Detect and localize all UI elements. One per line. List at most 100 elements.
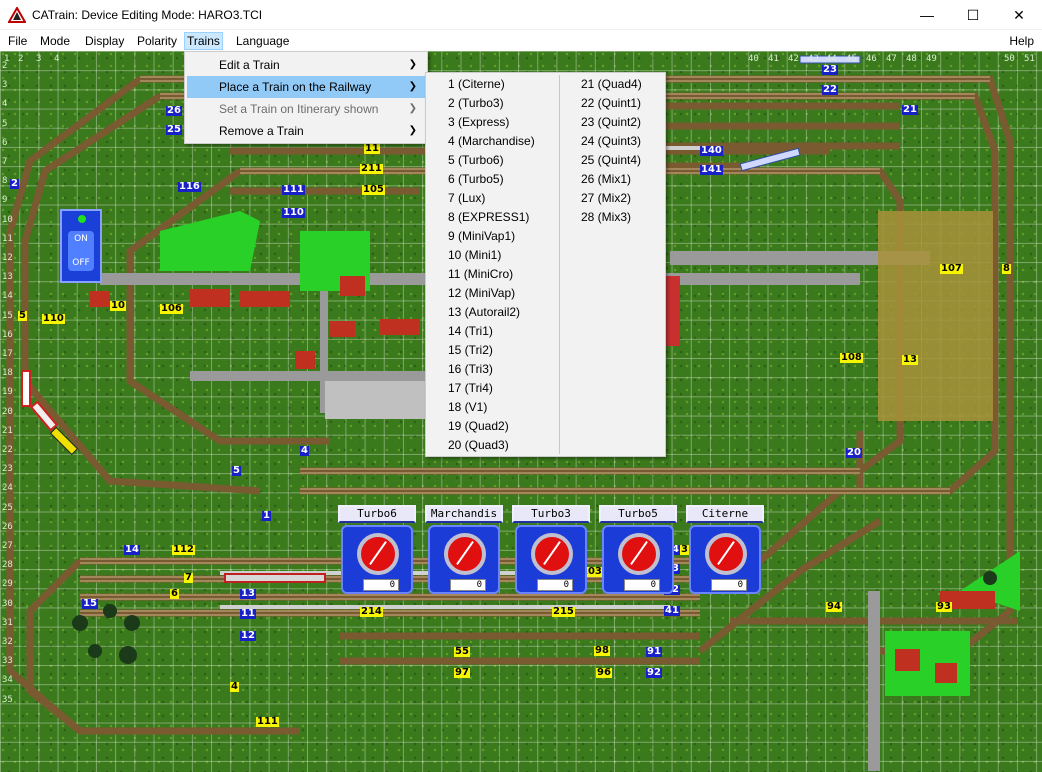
track-label-yellow[interactable]: 211 [360,164,383,174]
track-label-blue[interactable]: 12 [240,631,256,641]
track-label-yellow[interactable]: 94 [826,602,842,612]
track-label-yellow[interactable]: 8 [1002,264,1011,274]
submenu-train-item[interactable]: 26 (Mix1) [581,170,642,189]
track-label-blue[interactable]: 2 [10,179,19,189]
menu-polarity[interactable]: Polarity [135,32,179,50]
submenu-train-item[interactable]: 24 (Quint3) [581,132,642,151]
track-label-blue[interactable]: 15 [82,599,98,609]
track-label-yellow[interactable]: 111 [256,717,279,727]
track-label-yellow[interactable]: 108 [840,353,863,363]
train-controller[interactable]: Marchandis 0 [425,505,503,596]
menu-language[interactable]: Language [234,32,291,50]
track-label-blue[interactable]: 141 [700,165,723,175]
track-label-blue[interactable]: 92 [646,668,662,678]
track-label-yellow[interactable]: 5 [18,311,27,321]
submenu-train-item[interactable]: 3 (Express) [448,113,535,132]
track-label-blue[interactable]: 14 [124,545,140,555]
track-label-yellow[interactable]: 105 [362,185,385,195]
track-label-yellow[interactable]: 98 [594,646,610,656]
submenu-train-item[interactable]: 22 (Quint1) [581,94,642,113]
track-label-blue[interactable]: 111 [282,185,305,195]
track-label-yellow[interactable]: 97 [454,668,470,678]
submenu-train-item[interactable]: 7 (Lux) [448,189,535,208]
submenu-train-item[interactable]: 20 (Quad3) [448,436,535,455]
submenu-train-item[interactable]: 12 (MiniVap) [448,284,535,303]
close-button[interactable]: ✕ [996,0,1042,30]
track-label-blue[interactable]: 26 [166,106,182,116]
track-label-yellow[interactable]: 106 [160,304,183,314]
submenu-train-item[interactable]: 2 (Turbo3) [448,94,535,113]
speed-dial-knob[interactable] [705,533,747,575]
track-label-yellow[interactable]: 13 [902,355,918,365]
track-label-blue[interactable]: 5 [232,466,241,476]
track-label-yellow[interactable]: 93 [936,602,952,612]
menu-edit-train[interactable]: Edit a Train ❯ [187,54,425,76]
submenu-train-item[interactable]: 11 (MiniCro) [448,265,535,284]
submenu-train-item[interactable]: 28 (Mix3) [581,208,642,227]
speed-dial-knob[interactable] [357,533,399,575]
track-label-yellow[interactable]: 10 [110,301,126,311]
submenu-train-item[interactable]: 23 (Quint2) [581,113,642,132]
track-label-yellow[interactable]: 55 [454,647,470,657]
track-label-blue[interactable]: 21 [902,105,918,115]
menu-file[interactable]: File [6,32,29,50]
track-label-blue[interactable]: 13 [240,589,256,599]
submenu-train-item[interactable]: 18 (V1) [448,398,535,417]
power-switch[interactable]: ON OFF [60,209,102,283]
track-label-yellow[interactable]: 215 [552,607,575,617]
minimize-button[interactable]: — [904,0,950,30]
track-label-blue[interactable]: 25 [166,125,182,135]
track-label-yellow[interactable]: 6 [170,589,179,599]
submenu-train-item[interactable]: 6 (Turbo5) [448,170,535,189]
track-label-blue[interactable]: 110 [282,208,305,218]
speed-dial-knob[interactable] [444,533,486,575]
track-label-blue[interactable]: 23 [822,65,838,75]
menu-display[interactable]: Display [83,32,126,50]
track-label-yellow[interactable]: 11 [364,144,380,154]
submenu-train-item[interactable]: 4 (Marchandise) [448,132,535,151]
track-label-yellow[interactable]: 214 [360,607,383,617]
track-label-yellow[interactable]: 107 [940,264,963,274]
submenu-train-item[interactable]: 1 (Citerne) [448,75,535,94]
track-label-yellow[interactable]: 4 [230,682,239,692]
train-controller[interactable]: Turbo5 0 [599,505,677,596]
submenu-train-item[interactable]: 10 (Mini1) [448,246,535,265]
submenu-train-item[interactable]: 15 (Tri2) [448,341,535,360]
speed-dial-knob[interactable] [618,533,660,575]
maximize-button[interactable]: ☐ [950,0,996,30]
track-label-blue[interactable]: 4 [300,446,309,456]
track-label-blue[interactable]: 91 [646,647,662,657]
track-label-yellow[interactable]: 112 [172,545,195,555]
train-controller[interactable]: Turbo6 0 [338,505,416,596]
submenu-train-item[interactable]: 9 (MiniVap1) [448,227,535,246]
submenu-train-item[interactable]: 14 (Tri1) [448,322,535,341]
menu-mode[interactable]: Mode [38,32,72,50]
track-label-blue[interactable]: 1 [262,511,271,521]
track-label-yellow[interactable]: 96 [596,668,612,678]
menu-place-train[interactable]: Place a Train on the Railway ❯ [187,76,425,98]
track-label-blue[interactable]: 41 [664,606,680,616]
train-controller[interactable]: Turbo3 0 [512,505,590,596]
track-label-yellow[interactable]: 7 [184,573,193,583]
track-label-blue[interactable]: 116 [178,182,201,192]
submenu-train-item[interactable]: 19 (Quad2) [448,417,535,436]
track-label-blue[interactable]: 140 [700,146,723,156]
submenu-train-item[interactable]: 21 (Quad4) [581,75,642,94]
track-label-blue[interactable]: 11 [240,609,256,619]
power-switch-toggle[interactable]: ON OFF [68,231,94,271]
submenu-train-item[interactable]: 16 (Tri3) [448,360,535,379]
submenu-train-item[interactable]: 5 (Turbo6) [448,151,535,170]
submenu-train-item[interactable]: 8 (EXPRESS1) [448,208,535,227]
speed-dial-knob[interactable] [531,533,573,575]
train-controller[interactable]: Citerne 0 [686,505,764,596]
submenu-train-item[interactable]: 27 (Mix2) [581,189,642,208]
submenu-train-item[interactable]: 17 (Tri4) [448,379,535,398]
menu-trains[interactable]: Trains [184,32,223,50]
track-label-blue[interactable]: 22 [822,85,838,95]
submenu-train-item[interactable]: 25 (Quint4) [581,151,642,170]
track-label-blue[interactable]: 20 [846,448,862,458]
menu-help[interactable]: Help [1009,32,1034,50]
track-label-yellow[interactable]: 110 [42,314,65,324]
submenu-train-item[interactable]: 13 (Autorail2) [448,303,535,322]
menu-remove-train[interactable]: Remove a Train ❯ [187,120,425,142]
